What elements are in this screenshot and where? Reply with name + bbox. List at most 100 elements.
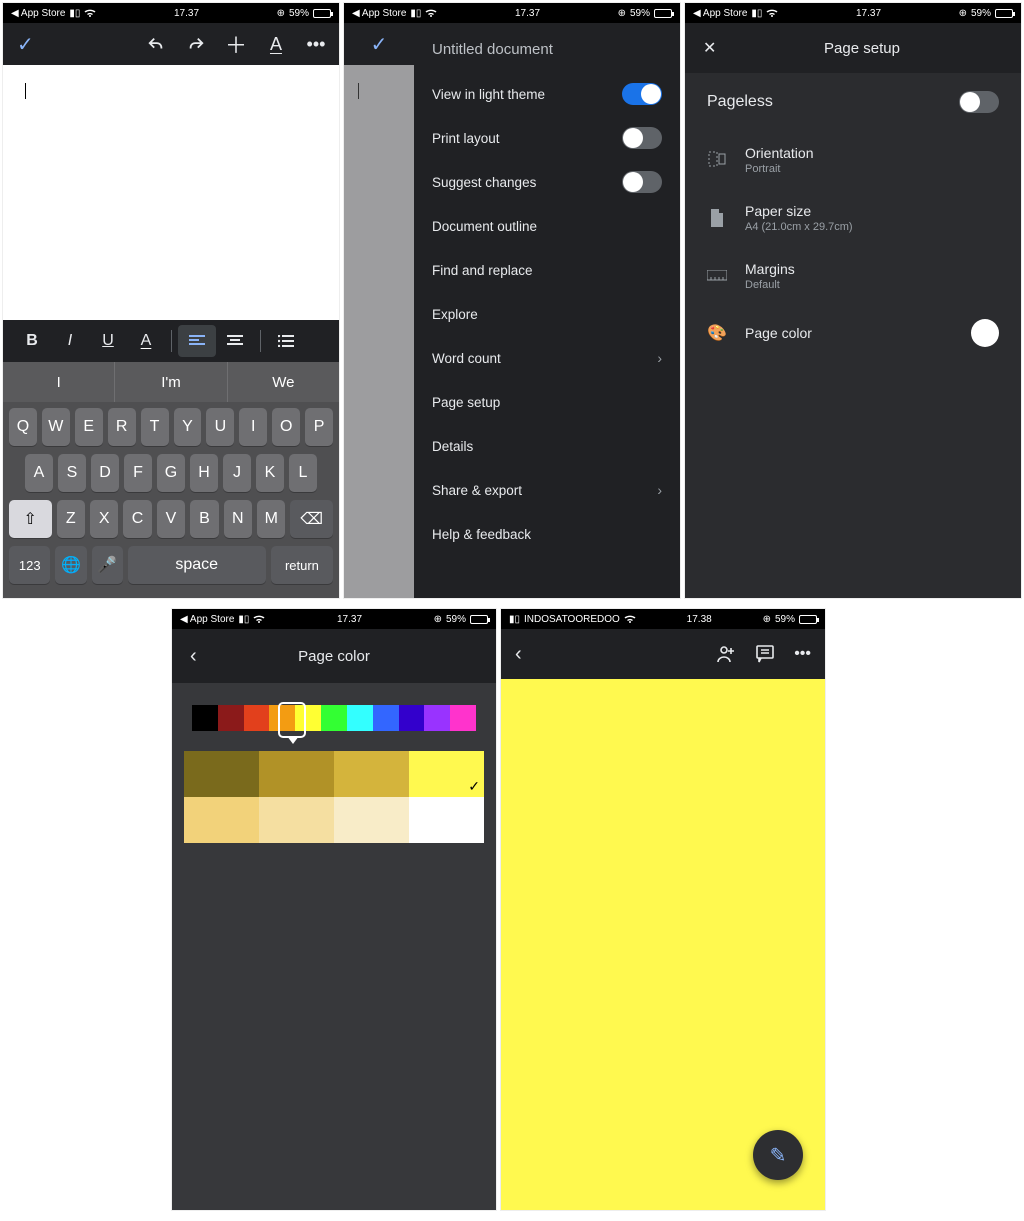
menu-help-feedback[interactable]: Help & feedback — [414, 512, 680, 556]
key-t[interactable]: T — [141, 408, 169, 446]
shade-swatch[interactable]: ✓ — [409, 751, 484, 797]
hue-picker[interactable] — [192, 705, 476, 731]
menu-details[interactable]: Details — [414, 424, 680, 468]
italic-button[interactable]: I — [51, 325, 89, 357]
suggestion[interactable]: I'm — [115, 362, 227, 402]
shade-swatch[interactable] — [334, 751, 409, 797]
shade-swatch[interactable] — [184, 751, 259, 797]
key-c[interactable]: C — [123, 500, 151, 538]
key-z[interactable]: Z — [57, 500, 85, 538]
back-app-label[interactable]: ◀ App Store — [11, 8, 65, 19]
menu-find-replace[interactable]: Find and replace — [414, 248, 680, 292]
menu-page-setup[interactable]: Page setup — [414, 380, 680, 424]
key-i[interactable]: I — [239, 408, 267, 446]
key-b[interactable]: B — [190, 500, 218, 538]
light-theme-toggle[interactable] — [622, 83, 662, 105]
shade-swatch[interactable] — [184, 797, 259, 843]
hue-swatch[interactable] — [192, 705, 218, 731]
hue-swatch[interactable] — [244, 705, 270, 731]
document-area[interactable] — [3, 65, 339, 320]
shade-swatch[interactable] — [259, 751, 334, 797]
back-app-label[interactable]: ◀ App Store — [352, 8, 406, 19]
shade-swatch[interactable] — [334, 797, 409, 843]
insert-button[interactable]: ＋ — [227, 35, 245, 53]
document-page[interactable]: ✎ — [501, 679, 825, 1210]
more-button[interactable]: ••• — [307, 35, 325, 53]
comments-button[interactable] — [756, 645, 774, 663]
edit-fab[interactable]: ✎ — [753, 1130, 803, 1180]
mic-key[interactable]: 🎤 — [92, 546, 123, 584]
text-format-button[interactable]: A — [267, 35, 285, 53]
key-g[interactable]: G — [157, 454, 185, 492]
key-n[interactable]: N — [224, 500, 252, 538]
suggestion[interactable]: I — [3, 362, 115, 402]
hue-swatch[interactable] — [424, 705, 450, 731]
return-key[interactable]: return — [271, 546, 333, 584]
key-d[interactable]: D — [91, 454, 119, 492]
key-v[interactable]: V — [157, 500, 185, 538]
numbers-key[interactable]: 123 — [9, 546, 50, 584]
hue-swatch[interactable] — [373, 705, 399, 731]
paper-size-row[interactable]: Paper sizeA4 (21.0cm x 29.7cm) — [685, 189, 1021, 247]
key-p[interactable]: P — [305, 408, 333, 446]
key-l[interactable]: L — [289, 454, 317, 492]
pageless-row[interactable]: Pageless — [685, 73, 1021, 131]
orientation-row[interactable]: OrientationPortrait — [685, 131, 1021, 189]
redo-button[interactable] — [187, 35, 205, 53]
key-e[interactable]: E — [75, 408, 103, 446]
done-button[interactable]: ✓ — [371, 32, 388, 57]
margins-row[interactable]: MarginsDefault — [685, 247, 1021, 305]
pageless-toggle[interactable] — [959, 91, 999, 113]
key-q[interactable]: Q — [9, 408, 37, 446]
key-s[interactable]: S — [58, 454, 86, 492]
menu-explore[interactable]: Explore — [414, 292, 680, 336]
align-center-button[interactable] — [216, 325, 254, 357]
key-h[interactable]: H — [190, 454, 218, 492]
underline-button[interactable]: U — [89, 325, 127, 357]
key-j[interactable]: J — [223, 454, 251, 492]
back-app-label[interactable]: ◀ App Store — [180, 614, 234, 625]
hue-swatch[interactable] — [450, 705, 476, 731]
key-r[interactable]: R — [108, 408, 136, 446]
globe-key[interactable]: 🌐 — [55, 546, 86, 584]
key-m[interactable]: M — [257, 500, 285, 538]
page-color-row[interactable]: 🎨 Page color — [685, 305, 1021, 361]
hue-swatch[interactable] — [347, 705, 373, 731]
menu-suggest-changes[interactable]: Suggest changes — [414, 160, 680, 204]
hue-swatch[interactable] — [218, 705, 244, 731]
menu-share-export[interactable]: Share & export› — [414, 468, 680, 512]
key-y[interactable]: Y — [174, 408, 202, 446]
suggestion[interactable]: We — [228, 362, 339, 402]
shade-swatch[interactable] — [259, 797, 334, 843]
hue-selection-marker[interactable] — [278, 702, 306, 738]
key-k[interactable]: K — [256, 454, 284, 492]
back-button[interactable]: ‹ — [515, 643, 539, 666]
back-app-label[interactable]: ◀ App Store — [693, 8, 747, 19]
hue-swatch[interactable] — [399, 705, 425, 731]
key-f[interactable]: F — [124, 454, 152, 492]
document-backdrop[interactable]: ✓ — [344, 23, 414, 598]
share-person-button[interactable] — [716, 645, 736, 663]
key-x[interactable]: X — [90, 500, 118, 538]
hue-swatch[interactable] — [321, 705, 347, 731]
print-layout-toggle[interactable] — [622, 127, 662, 149]
space-key[interactable]: space — [128, 546, 266, 584]
shade-swatch[interactable] — [409, 797, 484, 843]
undo-button[interactable] — [147, 35, 165, 53]
more-button[interactable]: ••• — [794, 645, 811, 663]
key-w[interactable]: W — [42, 408, 70, 446]
align-left-button[interactable] — [178, 325, 216, 357]
close-button[interactable]: ✕ — [703, 38, 723, 58]
done-button[interactable]: ✓ — [17, 32, 34, 57]
menu-print-layout[interactable]: Print layout — [414, 116, 680, 160]
menu-word-count[interactable]: Word count› — [414, 336, 680, 380]
suggest-toggle[interactable] — [622, 171, 662, 193]
key-o[interactable]: O — [272, 408, 300, 446]
backspace-key[interactable]: ⌫ — [290, 500, 333, 538]
bulleted-list-button[interactable] — [267, 325, 305, 357]
bold-button[interactable]: B — [13, 325, 51, 357]
text-color-button[interactable]: A — [127, 325, 165, 357]
menu-light-theme[interactable]: View in light theme — [414, 72, 680, 116]
key-a[interactable]: A — [25, 454, 53, 492]
menu-document-outline[interactable]: Document outline — [414, 204, 680, 248]
